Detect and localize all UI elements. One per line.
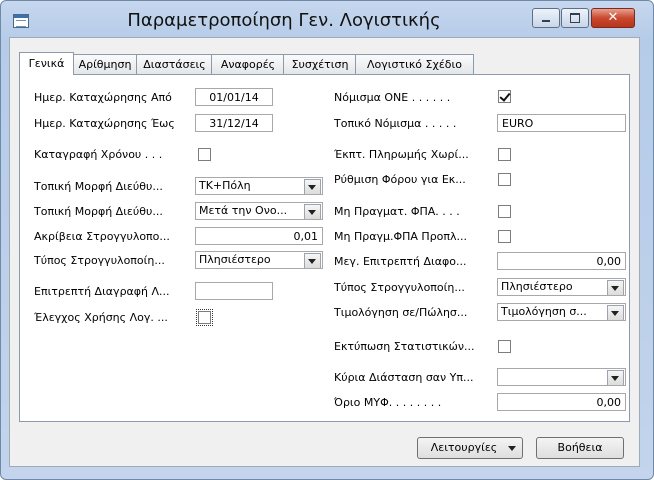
tab-page-general: Ημερ. Καταχώρησης Από 01/01/14 Ημερ. Κατ… [19,74,630,422]
minimize-button[interactable] [532,8,560,28]
dialog-body: Γενικά Αρίθμηση Διαστάσεις Αναφορές Συσχ… [9,37,640,467]
check-account-usage-checkbox[interactable] [196,309,213,326]
title-bar[interactable]: Παραμετροποίηση Γεν. Λογιστικής ✕ [1,1,653,35]
lcy-label: Νόμισμα ΟΝΕ . . . . . . [334,91,451,104]
close-icon: ✕ [607,10,619,25]
rounding-type-value: Πλησιέστερο [199,253,271,266]
tab-numbering[interactable]: Αρίθμηση [72,54,138,74]
local-currency-label: Τοπικό Νόμισμα . . . . . [334,117,457,130]
max-difference-field[interactable]: 0,00 [497,252,626,270]
chevron-down-icon[interactable] [607,280,624,295]
chevron-down-icon[interactable] [607,305,624,320]
tab-chart-of-accounts[interactable]: Λογιστικό Σχέδιο [355,54,474,74]
allow-delete-field[interactable] [195,282,273,300]
posting-from-field[interactable]: 01/01/14 [195,88,273,106]
myf-limit-label: Όριο ΜΥΦ. . . . . . . . [334,396,442,409]
tax-adjust-label: Ρύθμιση Φόρου για Εκ... [334,173,466,186]
checkmark-icon [499,90,511,102]
invoicing-select[interactable]: Τιμολόγηση σ... [497,303,626,321]
rounding-type-select[interactable]: Πλησιέστερο [195,251,323,269]
posting-from-label: Ημερ. Καταχώρησης Από [34,91,172,104]
local-currency-field[interactable]: EURO [497,114,626,132]
close-button[interactable]: ✕ [591,8,635,28]
invoicing-label: Τιμολόγηση σε/Πώλησ... [334,306,468,319]
payment-discount-checkbox[interactable] [498,148,511,161]
rounding-precision-label: Ακρίβεια Στρογγυλοπο... [34,230,170,243]
unrealized-vat-label: Μη Πραγματ. ΦΠΑ. . . . [334,205,460,218]
unrealized-vat-checkbox[interactable] [498,205,511,218]
help-button[interactable]: Βοήθεια [536,437,624,459]
tab-general[interactable]: Γενικά [19,52,74,75]
unrealized-prepayment-vat-label: Μη Πραγμ.ΦΠΑ Προπλ... [334,230,468,243]
minimize-icon [542,20,550,22]
local-contact-address-format-select[interactable]: Μετά την Ονο... [195,202,323,220]
check-account-usage-label: Έλεγχος Χρήσης Λογ. ... [34,311,168,324]
allow-delete-label: Επιτρεπτή Διαγραφή Λ... [34,285,170,298]
local-address-format-select[interactable]: ΤΚ+Πόλη [195,177,323,195]
amount-rounding-type-value: Πλησιέστερο [501,280,573,293]
posting-to-label: Ημερ. Καταχώρησης Έως [34,117,175,130]
posting-to-field[interactable]: 31/12/14 [195,114,273,132]
print-statistics-label: Εκτύπωση Στατιστικών... [334,340,475,353]
tax-adjust-checkbox[interactable] [498,173,511,186]
myf-limit-field[interactable]: 0,00 [497,393,626,411]
maximize-icon [570,13,580,23]
chevron-down-icon[interactable] [304,204,321,219]
main-dimension-label: Κύρια Διάσταση σαν Υπ... [334,371,474,384]
rounding-precision-field[interactable]: 0,01 [195,227,323,245]
print-statistics-checkbox[interactable] [498,340,511,353]
rounding-type-label: Τύπος Στρογγυλοποίη... [34,254,165,267]
chevron-down-icon [508,446,516,451]
tab-dimensions[interactable]: Διαστάσεις [136,54,213,74]
local-contact-address-format-label: Τοπική Μορφή Διεύθυ... [34,205,163,218]
tab-reports[interactable]: Αναφορές [211,54,285,74]
form-icon[interactable] [13,14,29,28]
max-difference-label: Μεγ. Επιτρεπτή Διαφο... [334,255,467,268]
chevron-down-icon[interactable] [304,179,321,194]
invoicing-value: Τιμολόγηση σ... [501,305,587,318]
amount-rounding-type-select[interactable]: Πλησιέστερο [497,278,626,296]
local-address-format-label: Τοπική Μορφή Διεύθυ... [34,180,163,193]
local-contact-address-format-value: Μετά την Ονο... [199,204,288,217]
main-dimension-select[interactable] [497,368,626,386]
chevron-down-icon[interactable] [304,253,321,268]
window-title: Παραμετροποίηση Γεν. Λογιστικής [127,10,441,31]
payment-discount-label: Έκπτ. Πληρωμής Χωρί... [334,148,469,161]
maximize-button[interactable] [561,8,589,28]
tab-relations[interactable]: Συσχέτιση [283,54,357,74]
amount-rounding-type-label: Τύπος Στρογγυλοποίη... [334,281,465,294]
dialog-window: Παραμετροποίηση Γεν. Λογιστικής ✕ Γενικά… [0,0,654,480]
chevron-down-icon[interactable] [607,370,624,385]
register-time-label: Καταγραφή Χρόνου . . . [34,148,163,161]
register-time-checkbox[interactable] [198,148,211,161]
functions-button[interactable]: Λειτουργίες [417,437,523,459]
local-address-format-value: ΤΚ+Πόλη [199,179,251,192]
lcy-checkbox[interactable] [498,90,511,103]
unrealized-prepayment-vat-checkbox[interactable] [498,230,511,243]
functions-button-label: Λειτουργίες [430,441,498,454]
